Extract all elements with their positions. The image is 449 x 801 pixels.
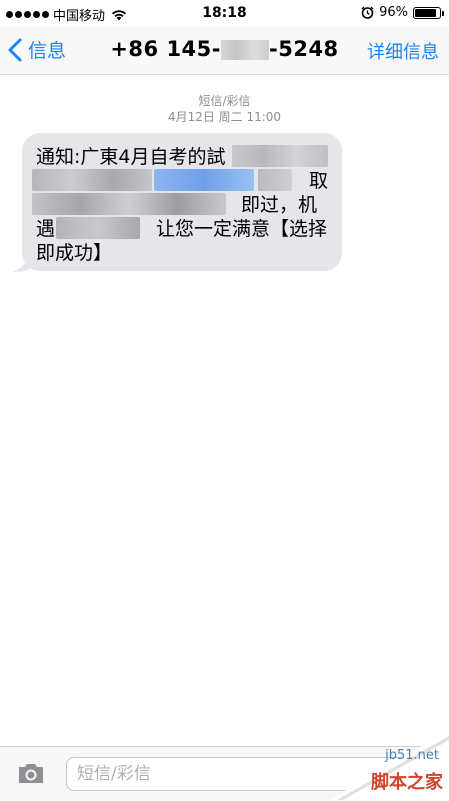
redaction-block <box>258 169 292 191</box>
camera-icon[interactable] <box>16 760 46 786</box>
message-bubble[interactable]: 通知:广東4月自考的試 取 即过，机 遇 让您一定满意【选择 即成功】 <box>22 133 342 271</box>
title-redacted <box>221 40 269 60</box>
message-timestamp: 4月12日 周二 11:00 <box>167 110 282 124</box>
status-bar: 中国移动 18:18 96% <box>0 0 449 26</box>
battery-fill <box>415 8 436 17</box>
message-line-4-text: 让您一定满意【选择 <box>156 218 328 240</box>
message-line-2-text: 取 <box>309 170 329 192</box>
details-button[interactable]: 详细信息 <box>367 38 439 64</box>
redaction-block <box>154 169 254 191</box>
watermark-name: 脚本之家 <box>371 772 443 793</box>
alarm-clock-icon <box>361 6 374 19</box>
title-suffix: -5248 <box>269 37 339 61</box>
redaction-block <box>32 169 152 191</box>
message-line-5: 即成功】 <box>36 242 113 264</box>
message-line-4-start: 遇 <box>36 218 56 240</box>
redaction-block <box>32 193 226 215</box>
message-line-3-text: 即过，机 <box>241 194 318 216</box>
battery-percent: 96% <box>379 5 408 20</box>
redaction-block <box>56 217 140 239</box>
message-type-label: 短信/彩信 <box>198 94 251 108</box>
watermark-url: jb51.net <box>385 748 439 763</box>
title-prefix: +86 145- <box>110 37 221 61</box>
battery-icon <box>413 6 444 19</box>
redaction-block <box>232 145 328 167</box>
status-right: 96% <box>361 5 444 20</box>
navigation-bar: 信息 +86 145- -5248 详细信息 <box>0 26 449 75</box>
watermark: jb51.net 脚本之家 <box>299 730 449 800</box>
